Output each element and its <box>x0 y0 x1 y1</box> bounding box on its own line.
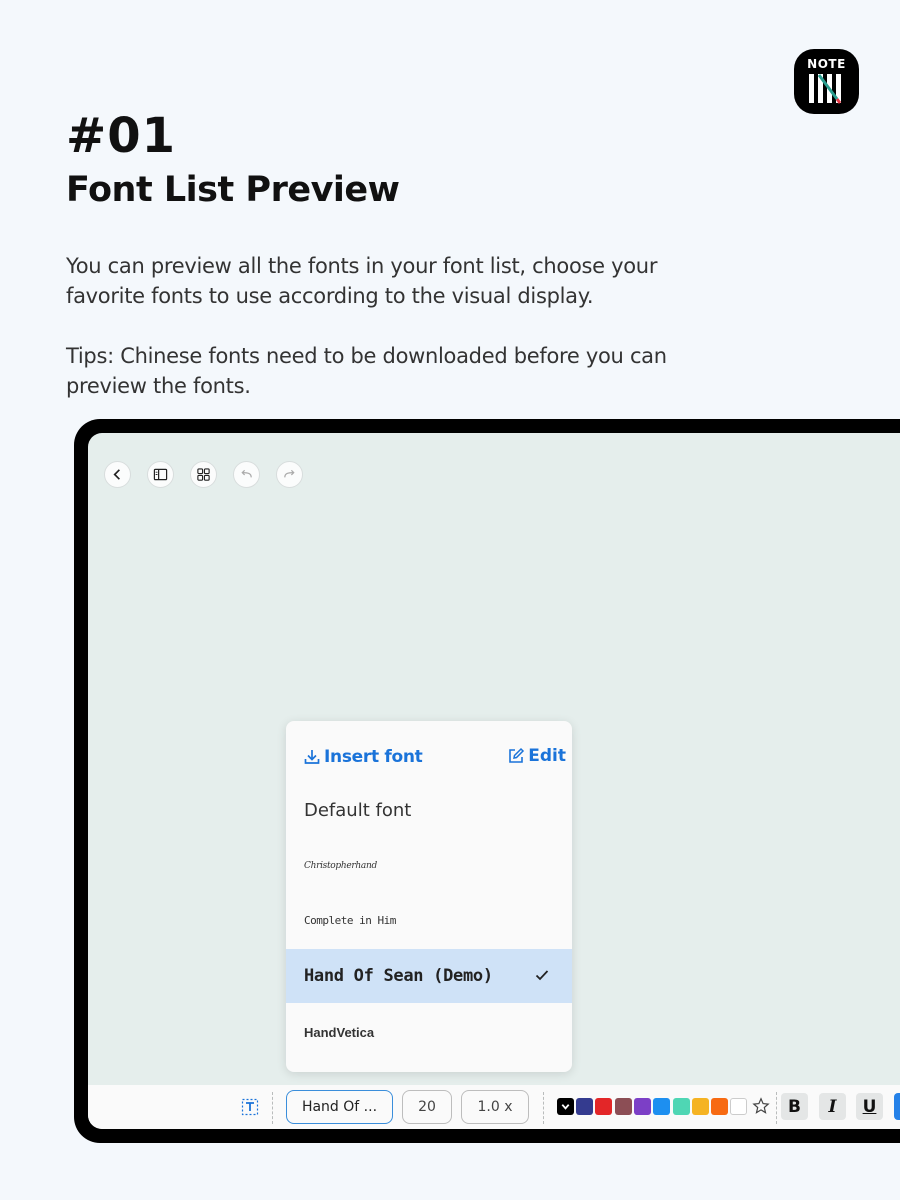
logo-mark-icon <box>809 74 842 104</box>
insert-font-label: Insert font <box>324 747 423 767</box>
color-swatch[interactable] <box>633 1098 651 1115</box>
grid-icon <box>197 468 210 481</box>
font-item-label: Complete in Him <box>304 913 396 927</box>
redo-icon <box>284 469 295 478</box>
toolbar-divider <box>543 1092 544 1124</box>
font-size-field[interactable]: 20 <box>402 1090 452 1124</box>
undo-icon <box>241 469 252 478</box>
notein-logo: NOTE <box>794 49 859 114</box>
app-screen: Insert font Edit Default font Christophe… <box>88 433 900 1129</box>
sidebar-icon <box>153 468 168 481</box>
font-item-label: Hand Of Sean (Demo) <box>304 966 493 986</box>
alignment-button[interactable] <box>894 1093 900 1120</box>
text-toolbar: Hand Of ... 20 1.0 x B I U <box>88 1085 900 1129</box>
font-item-default[interactable]: Default font <box>286 783 572 837</box>
tablet-device: Insert font Edit Default font Christophe… <box>74 419 900 1143</box>
section-title: Font List Preview <box>66 170 400 210</box>
line-spacing-field[interactable]: 1.0 x <box>461 1090 529 1124</box>
text-box-icon[interactable] <box>241 1098 259 1116</box>
chevron-left-icon <box>113 469 120 480</box>
font-item-label: HandVetica <box>304 1024 375 1040</box>
underline-button[interactable]: U <box>856 1093 883 1120</box>
font-item-complete-in-him[interactable]: Complete in Him <box>286 893 572 947</box>
edit-icon <box>509 747 525 763</box>
color-swatch[interactable] <box>614 1098 632 1115</box>
logo-text: NOTE <box>807 57 846 71</box>
color-swatch[interactable] <box>576 1098 593 1115</box>
font-item-handvetica[interactable]: HandVetica <box>286 1005 572 1059</box>
bold-button[interactable]: B <box>781 1093 808 1120</box>
color-swatch[interactable] <box>691 1098 709 1115</box>
back-button[interactable] <box>104 461 131 488</box>
section-number: #01 <box>66 108 177 164</box>
color-swatch[interactable] <box>730 1098 748 1115</box>
star-icon[interactable] <box>752 1097 770 1115</box>
color-swatch[interactable] <box>653 1098 671 1115</box>
font-item-label: Christopherhand <box>304 861 377 871</box>
italic-button[interactable]: I <box>819 1093 846 1120</box>
checkmark-icon <box>535 970 549 981</box>
sidebar-toggle-button[interactable] <box>147 461 174 488</box>
font-item-hand-of-sean[interactable]: Hand Of Sean (Demo) <box>286 949 572 1003</box>
description-text: You can preview all the fonts in your fo… <box>66 254 658 308</box>
color-swatch[interactable] <box>595 1098 613 1115</box>
download-icon <box>304 750 320 764</box>
font-item-label: Default font <box>304 799 412 821</box>
font-select[interactable]: Hand Of ... <box>286 1090 393 1124</box>
insert-font-button[interactable]: Insert font <box>303 747 423 767</box>
color-dropdown-button[interactable] <box>557 1098 574 1115</box>
tips-text: Tips: Chinese fonts need to be downloade… <box>66 344 667 398</box>
undo-button[interactable] <box>233 461 260 488</box>
toolbar-divider <box>776 1092 777 1124</box>
font-item-christopherhand[interactable]: Christopherhand <box>286 839 572 893</box>
grid-view-button[interactable] <box>190 461 217 488</box>
toolbar-divider <box>272 1092 273 1124</box>
font-list-popup: Insert font Edit Default font Christophe… <box>286 721 572 1072</box>
redo-button[interactable] <box>276 461 303 488</box>
chevron-down-icon <box>561 1104 570 1110</box>
edit-label: Edit <box>528 746 566 766</box>
color-swatch[interactable] <box>672 1098 690 1115</box>
edit-fonts-button[interactable]: Edit <box>507 746 566 766</box>
color-swatch[interactable] <box>711 1098 729 1115</box>
popup-header: Insert font Edit <box>286 721 572 785</box>
